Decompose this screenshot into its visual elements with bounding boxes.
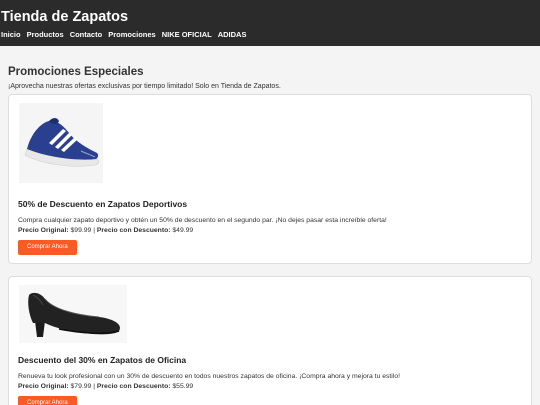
nav-link-contacto[interactable]: Contacto [70,30,103,40]
price-separator: | [93,227,95,234]
promo-prices: Precio Original: $99.99 | Precio con Des… [18,226,522,235]
promo-prices: Precio Original: $79.99 | Precio con Des… [18,382,522,391]
nav-link-nike-oficial[interactable]: NIKE OFICIAL [162,30,212,40]
promo-card: 50% de Descuento en Zapatos Deportivos C… [8,94,532,264]
original-price: $99.99 [70,227,92,234]
product-image-running-shoe [19,103,103,183]
product-image-office-shoe [19,285,127,343]
nav-link-productos[interactable]: Productos [27,30,64,40]
price-separator: | [93,383,95,390]
nav-link-inicio[interactable]: Inicio [1,30,21,40]
promo-description: Compra cualquier zapato deportivo y obté… [18,217,387,224]
main-content: Promociones Especiales ¡Aprovecha nuestr… [0,66,540,405]
main-nav: Inicio Productos Contacto Promociones NI… [1,30,540,40]
page-intro: ¡Aprovecha nuestras ofertas exclusivas p… [8,83,281,90]
nav-link-adidas[interactable]: ADIDAS [218,30,247,40]
page-title: Promociones Especiales [8,66,144,78]
discount-price-label: Precio con Descuento: [96,383,171,390]
nav-link-promociones[interactable]: Promociones [108,30,156,40]
original-price-label: Precio Original: [18,383,69,390]
discount-price: $55.99 [172,383,194,390]
site-header: Tienda de Zapatos Inicio Productos Conta… [0,0,540,46]
buy-now-button[interactable]: Comprar Ahora [18,396,77,405]
original-price: $79.99 [70,383,92,390]
promo-description: Renueva tu look profesional con un 30% d… [18,373,400,380]
promo-title: 50% de Descuento en Zapatos Deportivos [18,199,188,209]
original-price-label: Precio Original: [18,227,69,234]
buy-now-button[interactable]: Comprar Ahora [18,240,77,255]
promo-card: Descuento del 30% en Zapatos de Oficina … [8,276,532,405]
site-title: Tienda de Zapatos [1,9,129,25]
promo-title: Descuento del 30% en Zapatos de Oficina [18,355,187,365]
discount-price: $49.99 [172,227,194,234]
discount-price-label: Precio con Descuento: [96,227,171,234]
